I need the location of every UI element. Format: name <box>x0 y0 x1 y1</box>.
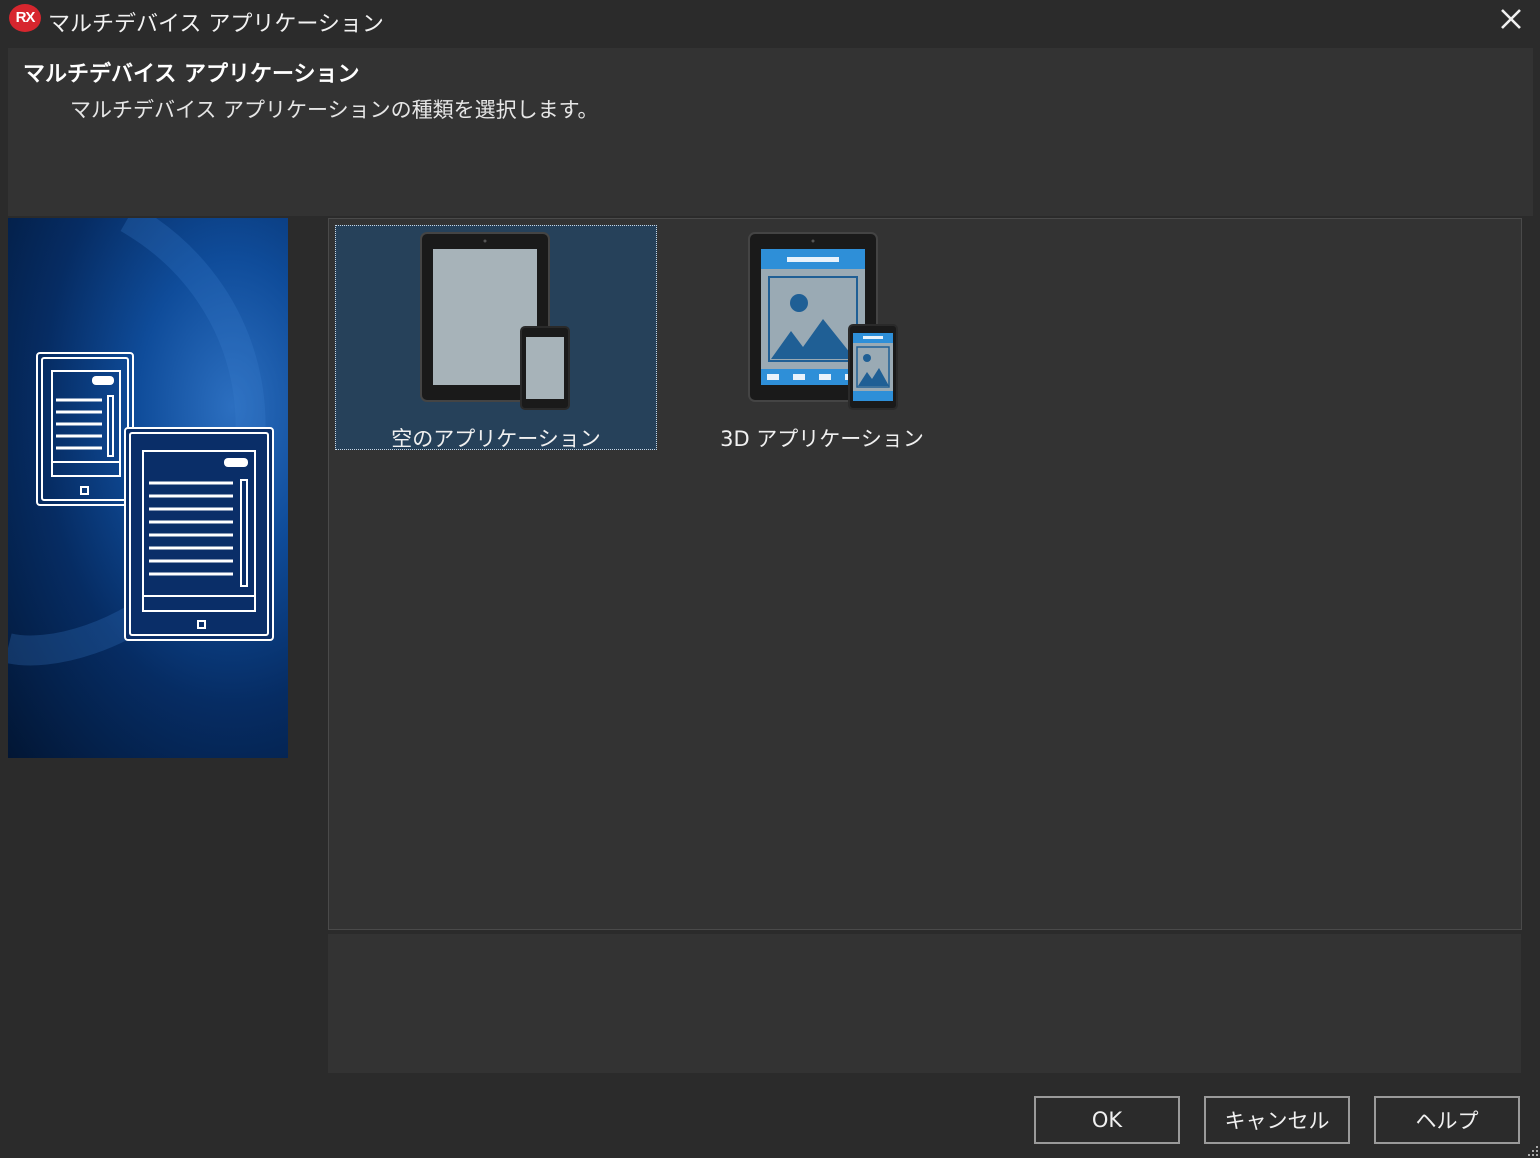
wizard-banner <box>8 218 288 758</box>
template-blank-app[interactable]: 空のアプリケーション <box>335 225 657 451</box>
resize-grip-icon[interactable] <box>1526 1144 1540 1158</box>
close-icon <box>1501 9 1521 29</box>
3d-app-icon <box>748 232 898 410</box>
blank-app-icon <box>420 232 570 410</box>
rx-logo-icon: RX <box>9 4 41 32</box>
template-label: 3D アプリケーション <box>720 427 924 451</box>
template-3d-app[interactable]: 3D アプリケーション <box>661 225 983 451</box>
window-title: マルチデバイス アプリケーション <box>48 12 384 37</box>
header-panel: マルチデバイス アプリケーション マルチデバイス アプリケーションの種類を選択し… <box>8 48 1533 216</box>
title-bar: RX マルチデバイス アプリケーション <box>0 0 1540 40</box>
help-button[interactable]: ヘルプ <box>1374 1096 1520 1144</box>
template-description-panel <box>328 934 1521 1073</box>
header-description: マルチデバイス アプリケーションの種類を選択します。 <box>70 98 599 122</box>
close-button[interactable] <box>1496 4 1526 34</box>
template-label: 空のアプリケーション <box>391 427 601 451</box>
header-title: マルチデバイス アプリケーション <box>23 62 360 87</box>
ok-button[interactable]: OK <box>1034 1096 1180 1144</box>
multi-device-illustration-icon <box>8 218 274 666</box>
template-list: 空のアプリケーション 3D アプリケーション <box>328 218 1522 930</box>
cancel-button[interactable]: キャンセル <box>1204 1096 1350 1144</box>
